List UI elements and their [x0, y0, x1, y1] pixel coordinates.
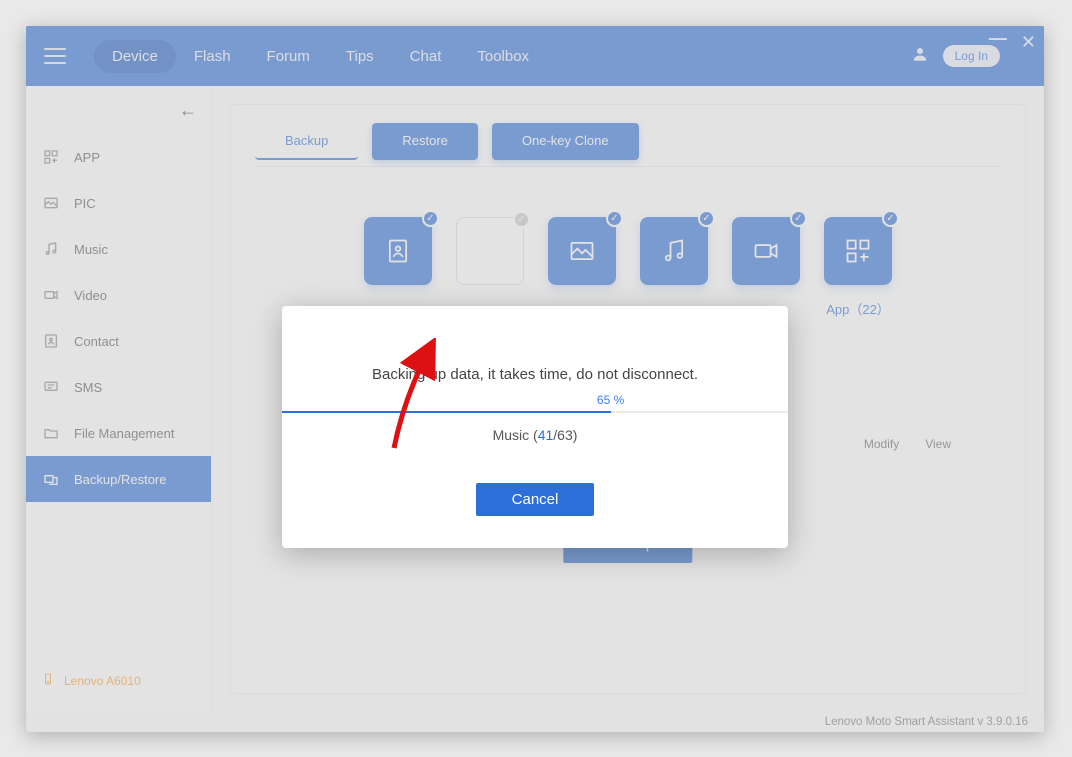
progress-modal: Backing up data, it takes time, do not d…	[282, 306, 788, 548]
progress-fill	[282, 411, 611, 413]
modal-message: Backing up data, it takes time, do not d…	[372, 366, 698, 383]
cancel-button[interactable]: Cancel	[476, 483, 595, 516]
progress-item-label: Music (41/63)	[493, 427, 578, 443]
progress-track	[282, 411, 788, 413]
progress-percent: 65 %	[597, 393, 624, 407]
